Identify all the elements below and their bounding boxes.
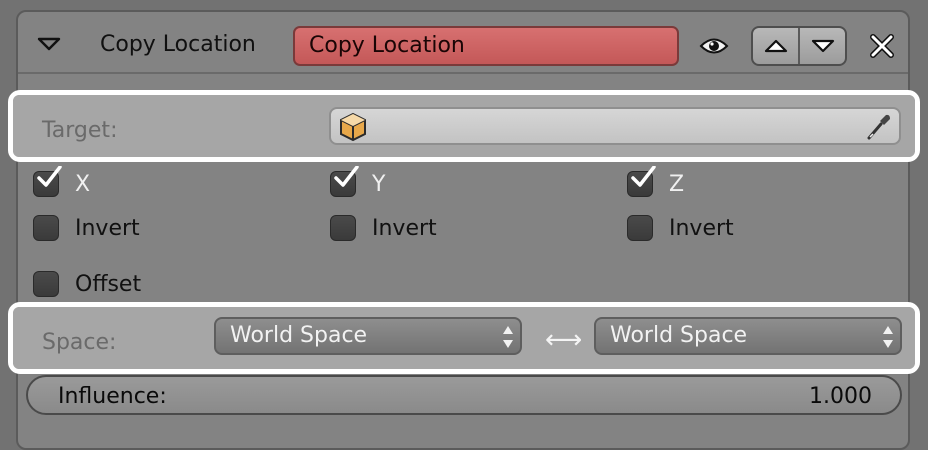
checkbox-offset[interactable] — [33, 271, 59, 297]
collapse-chevron-icon[interactable] — [36, 34, 62, 54]
space-label: Space: — [42, 330, 117, 355]
axis-z-checkbox[interactable]: Z — [627, 166, 685, 197]
invert-z-label: Invert — [669, 215, 734, 241]
target-space-select[interactable]: World Space — [594, 317, 902, 355]
constraint-name-field[interactable]: Copy Location — [293, 26, 679, 66]
constraint-type-label: Copy Location — [100, 32, 256, 57]
object-cube-icon — [339, 112, 367, 146]
close-icon[interactable] — [868, 32, 896, 60]
target-row-highlight: Target: — [8, 90, 920, 162]
target-row: Target: — [13, 95, 915, 157]
offset-checkbox[interactable]: Offset — [33, 271, 141, 297]
owner-space-value: World Space — [230, 323, 368, 348]
owner-space-select[interactable]: World Space — [214, 317, 522, 355]
checkbox-invert-z[interactable] — [627, 215, 653, 241]
axis-z-label: Z — [669, 171, 685, 197]
check-icon — [37, 166, 62, 187]
move-up-down-group — [751, 26, 847, 66]
checkbox-invert-x[interactable] — [33, 215, 59, 241]
checkbox-z[interactable] — [627, 166, 656, 197]
arrow-down-icon — [811, 39, 834, 53]
influence-slider[interactable]: Influence: 1.000 — [26, 375, 902, 415]
checkbox-invert-y[interactable] — [330, 215, 356, 241]
select-arrows-icon — [502, 323, 514, 362]
target-label: Target: — [42, 118, 118, 143]
invert-x-label: Invert — [75, 215, 140, 241]
invert-y-checkbox[interactable]: Invert — [330, 215, 437, 241]
target-field[interactable] — [329, 107, 901, 145]
space-row-highlight: Space: World Space ⟷ World Space — [8, 302, 920, 374]
check-icon — [334, 166, 359, 187]
axis-y-label: Y — [372, 171, 386, 197]
invert-x-checkbox[interactable]: Invert — [33, 215, 140, 241]
move-up-button[interactable] — [753, 28, 798, 64]
eye-icon[interactable] — [698, 32, 730, 60]
target-space-value: World Space — [610, 323, 748, 348]
influence-label: Influence: — [58, 384, 167, 409]
constraint-header: Copy Location Copy Location — [18, 12, 908, 74]
check-icon — [631, 166, 656, 187]
invert-z-checkbox[interactable]: Invert — [627, 215, 734, 241]
move-down-button[interactable] — [798, 28, 845, 64]
arrow-up-icon — [764, 39, 787, 53]
axis-x-checkbox[interactable]: X — [33, 166, 91, 197]
checkbox-x[interactable] — [33, 166, 62, 197]
swap-arrows-icon: ⟷ — [545, 325, 583, 355]
axis-x-label: X — [75, 171, 91, 197]
influence-value: 1.000 — [809, 384, 872, 409]
checkbox-y[interactable] — [330, 166, 359, 197]
invert-y-label: Invert — [372, 215, 437, 241]
space-row: Space: World Space ⟷ World Space — [13, 307, 915, 369]
eyedropper-icon[interactable] — [865, 112, 893, 146]
select-arrows-icon — [882, 323, 894, 362]
axis-y-checkbox[interactable]: Y — [330, 166, 386, 197]
offset-label: Offset — [75, 271, 142, 297]
